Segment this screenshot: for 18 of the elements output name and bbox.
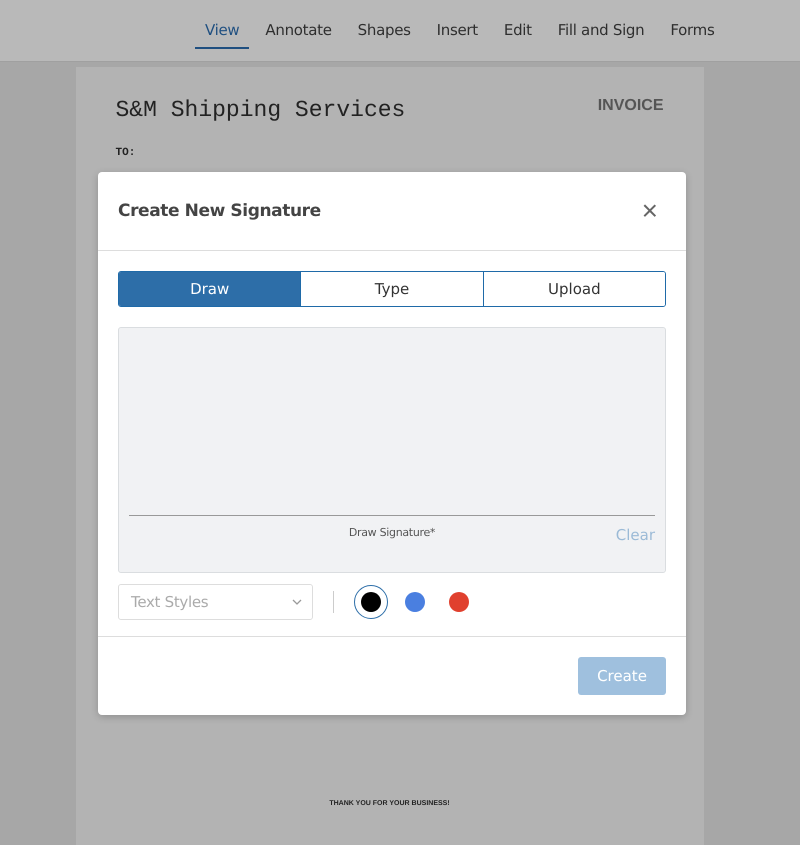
chevron-icon (292, 599, 302, 605)
toolbar-tab[interactable]: Insert (426, 12, 488, 48)
toolbar-tab[interactable]: Fill and Sign (548, 12, 654, 48)
company-name: S&M Shipping Services (116, 97, 406, 123)
color-swatch[interactable] (354, 585, 388, 619)
toolbar-tab[interactable]: Forms (660, 12, 724, 48)
toolbar-tab[interactable]: Shapes (348, 12, 421, 48)
dialog-title: Create New Signature (118, 201, 321, 221)
toolbar-tab[interactable]: Edit (494, 12, 542, 48)
toolbar-tab[interactable]: View (195, 12, 250, 48)
toolbar-tab[interactable]: Annotate (255, 12, 342, 48)
mode-tab[interactable]: Draw (119, 272, 300, 306)
signature-pad[interactable]: Draw Signature* Clear (118, 327, 666, 573)
to-label: TO: (116, 147, 136, 159)
close-button[interactable]: × (642, 197, 658, 225)
pad-hint: Draw Signature* (348, 526, 436, 541)
invoice-heading: INVOICE (598, 97, 664, 115)
mode-tab[interactable]: Upload (482, 272, 665, 306)
